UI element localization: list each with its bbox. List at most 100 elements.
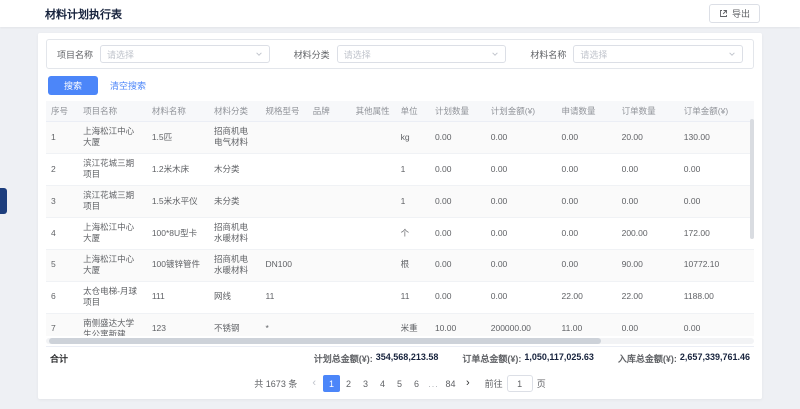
goto-page-input[interactable] <box>507 375 533 392</box>
column-header-7: 单位 <box>396 101 430 122</box>
column-header-8: 计划数量 <box>430 101 486 122</box>
table-cell: 上海松江中心大厦 <box>78 122 147 154</box>
project-name-label: 项目名称 <box>57 48 93 61</box>
table-row[interactable]: 6太仓电梯-月球项目111网线11110.000.0022.0022.00118… <box>46 281 754 313</box>
table-cell <box>351 217 396 249</box>
table-cell <box>351 281 396 313</box>
table-cell <box>308 153 351 185</box>
table-cell: 1 <box>396 185 430 217</box>
chevron-down-icon <box>728 50 736 58</box>
table-cell: 1.2米木床 <box>147 153 209 185</box>
summary-totals: 计划总金额(¥): 354,568,213.58 订单总金额(¥): 1,050… <box>314 352 750 365</box>
table-cell: 1188.00 <box>679 281 754 313</box>
filter-bar: 项目名称 请选择 材料分类 请选择 材料名称 请选择 <box>46 39 754 69</box>
table-cell: 22.00 <box>617 281 679 313</box>
table-cell: 111 <box>147 281 209 313</box>
order-total-value: 1,050,117,025.63 <box>524 352 594 365</box>
material-category-select[interactable]: 请选择 <box>337 45 507 63</box>
total-count: 共 1673 条 <box>254 377 297 390</box>
column-header-2: 材料名称 <box>147 101 209 122</box>
table-cell: 123 <box>147 313 209 336</box>
table-header-row: 序号项目名称材料名称材料分类规格型号品牌其他属性单位计划数量计划金额(¥)申请数… <box>46 101 754 122</box>
table-row[interactable]: 4上海松江中心大厦100*8U型卡招商机电水暖材料个0.000.000.0020… <box>46 217 754 249</box>
table-cell: 172.00 <box>679 217 754 249</box>
table-cell: 0.00 <box>679 185 754 217</box>
column-header-4: 规格型号 <box>261 101 308 122</box>
table-cell: 11 <box>261 281 308 313</box>
clear-search-button[interactable]: 清空搜索 <box>110 79 146 92</box>
table-row[interactable]: 3滨江花城三期项目1.5米水平仪未分类10.000.000.000.000.00 <box>46 185 754 217</box>
vertical-scrollbar[interactable] <box>750 119 754 239</box>
table-cell: 0.00 <box>557 249 617 281</box>
table-cell <box>261 153 308 185</box>
table-cell: 米重 <box>396 313 430 336</box>
table-cell: 11.00 <box>557 313 617 336</box>
more-pages-button[interactable]: ... <box>425 375 442 392</box>
filter-actions: 搜索 清空搜索 <box>48 76 754 95</box>
chevron-down-icon <box>491 50 499 58</box>
page-list: 123456...84 <box>323 375 459 392</box>
table-cell: 0.00 <box>486 281 557 313</box>
project-name-select[interactable]: 请选择 <box>100 45 270 63</box>
table-cell <box>351 313 396 336</box>
table-row[interactable]: 1上海松江中心大厦1.5匹招商机电电气材料kg0.000.000.0020.00… <box>46 122 754 154</box>
material-name-placeholder: 请选择 <box>580 48 607 61</box>
table-cell <box>351 153 396 185</box>
table-row[interactable]: 5上海松江中心大厦100镀锌管件招商机电水暖材料DN100根0.000.000.… <box>46 249 754 281</box>
table-cell: 网线 <box>209 281 260 313</box>
table-cell <box>261 185 308 217</box>
page-button-5[interactable]: 5 <box>391 375 408 392</box>
table-cell: 0.00 <box>430 122 486 154</box>
table-cell: 6 <box>46 281 78 313</box>
table-cell: 3 <box>46 185 78 217</box>
search-button[interactable]: 搜索 <box>48 76 98 95</box>
table-cell: 4 <box>46 217 78 249</box>
page-button-84[interactable]: 84 <box>442 375 459 392</box>
table-cell: 根 <box>396 249 430 281</box>
table-cell: 200000.00 <box>486 313 557 336</box>
table-cell: 2 <box>46 153 78 185</box>
table-cell: 招商机电水暖材料 <box>209 217 260 249</box>
table-cell: 0.00 <box>617 185 679 217</box>
table-cell: 90.00 <box>617 249 679 281</box>
table-cell: 22.00 <box>557 281 617 313</box>
table-cell <box>308 249 351 281</box>
prev-page-button[interactable]: ‹ <box>308 378 320 389</box>
table-cell: 0.00 <box>679 313 754 336</box>
table-cell: 个 <box>396 217 430 249</box>
table-row[interactable]: 2滨江花城三期项目1.2米木床木分类10.000.000.000.000.00 <box>46 153 754 185</box>
page-button-3[interactable]: 3 <box>357 375 374 392</box>
sidebar-toggle[interactable] <box>0 188 7 214</box>
table-cell: 0.00 <box>430 217 486 249</box>
material-category-label: 材料分类 <box>294 48 330 61</box>
table-cell: 7 <box>46 313 78 336</box>
export-button[interactable]: 导出 <box>709 4 760 23</box>
table-cell: 0.00 <box>486 122 557 154</box>
table-cell: 0.00 <box>617 313 679 336</box>
page-button-2[interactable]: 2 <box>340 375 357 392</box>
table-cell: 滨江花城三期项目 <box>78 153 147 185</box>
page-button-1[interactable]: 1 <box>323 375 340 392</box>
table-cell <box>351 249 396 281</box>
next-page-button[interactable]: › <box>462 378 474 389</box>
materials-table: 序号项目名称材料名称材料分类规格型号品牌其他属性单位计划数量计划金额(¥)申请数… <box>46 101 754 336</box>
export-icon <box>719 9 728 18</box>
table-cell: 未分类 <box>209 185 260 217</box>
table-row[interactable]: 7南侧盛达大学生公寓新建123不锈钢*米重10.00200000.0011.00… <box>46 313 754 336</box>
horizontal-scrollbar[interactable] <box>46 338 754 344</box>
page-button-4[interactable]: 4 <box>374 375 391 392</box>
table-cell: 上海松江中心大厦 <box>78 249 147 281</box>
chevron-down-icon <box>255 50 263 58</box>
table-cell: 招商机电水暖材料 <box>209 249 260 281</box>
order-total: 订单总金额(¥): 1,050,117,025.63 <box>462 352 594 365</box>
table-cell <box>308 217 351 249</box>
inbound-total: 入库总金额(¥): 2,657,339,761.46 <box>618 352 750 365</box>
goto-page: 前往 页 <box>485 375 546 392</box>
table-cell: 0.00 <box>617 153 679 185</box>
table-cell: 滨江花城三期项目 <box>78 185 147 217</box>
horizontal-scrollbar-thumb[interactable] <box>49 338 601 344</box>
page-button-6[interactable]: 6 <box>408 375 425 392</box>
table-cell <box>308 122 351 154</box>
column-header-3: 材料分类 <box>209 101 260 122</box>
material-name-select[interactable]: 请选择 <box>573 45 743 63</box>
